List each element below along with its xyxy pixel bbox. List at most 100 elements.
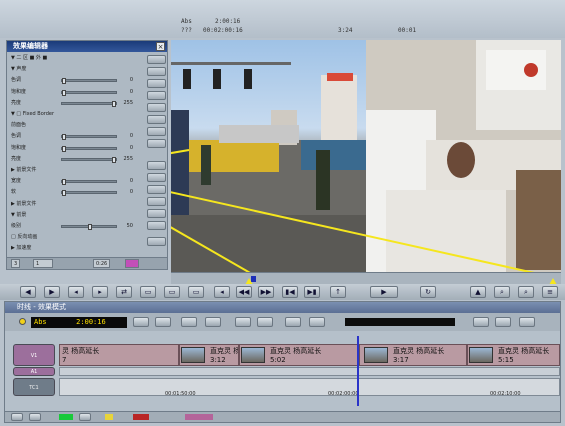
side-button[interactable] xyxy=(147,127,166,136)
slider-knob[interactable] xyxy=(62,145,66,152)
toolbar-button[interactable] xyxy=(181,317,197,327)
side-button[interactable] xyxy=(147,103,166,112)
lift-button[interactable]: ▭ xyxy=(164,286,180,298)
step-forward-button[interactable]: ▸ xyxy=(92,286,108,298)
effect-param-slider[interactable] xyxy=(61,145,117,152)
slider-knob[interactable] xyxy=(62,89,66,96)
side-button[interactable] xyxy=(147,115,166,124)
effect-param-value: 255 xyxy=(123,155,133,162)
track-tc1[interactable]: TC1 xyxy=(13,378,55,396)
effect-param-slider[interactable] xyxy=(61,190,117,197)
trim-button[interactable] xyxy=(257,317,273,327)
audio-meter xyxy=(345,318,455,326)
slider-knob[interactable] xyxy=(62,134,66,141)
effect-param-label: 级别 xyxy=(11,223,22,229)
side-button[interactable] xyxy=(147,237,166,246)
mark-in-button[interactable]: ◀ xyxy=(20,286,36,298)
toolbar-button[interactable] xyxy=(205,317,221,327)
loop-button[interactable]: ↻ xyxy=(420,286,436,298)
step-back-button[interactable]: ◂ xyxy=(68,286,84,298)
splice-button[interactable]: ⇄ xyxy=(116,286,132,298)
clip-label: 灵 杨高延长 xyxy=(62,347,100,355)
mark-clip-button[interactable]: ↑ xyxy=(330,286,346,298)
side-button[interactable] xyxy=(147,221,166,230)
footer-field[interactable]: 3 xyxy=(11,259,21,268)
effect-param-slider[interactable] xyxy=(61,179,117,186)
duration-readout: 3:24 xyxy=(338,27,353,34)
timeline-bottom-bar xyxy=(5,411,560,422)
effect-param-slider[interactable] xyxy=(61,224,117,230)
position-bar[interactable] xyxy=(171,272,561,285)
timeline-clip[interactable]: 直克灵 杨高延长 3:17 xyxy=(359,344,467,366)
play-effect-button[interactable] xyxy=(147,197,166,206)
side-button[interactable] xyxy=(147,185,166,194)
effect-param-slider[interactable] xyxy=(61,134,117,141)
audio-track-lane[interactable] xyxy=(59,367,560,376)
footer-field[interactable]: 1 xyxy=(33,259,53,268)
slider-knob[interactable] xyxy=(62,78,66,85)
zoom-out-button[interactable] xyxy=(147,173,166,182)
side-button[interactable] xyxy=(147,55,166,64)
toolbar-button[interactable] xyxy=(133,317,149,327)
toggle-button[interactable] xyxy=(285,317,301,327)
zoom-in-button[interactable] xyxy=(147,161,166,170)
effect-param-slider[interactable] xyxy=(61,89,117,96)
playhead-position-indicator[interactable] xyxy=(357,336,359,406)
toolbar-button[interactable] xyxy=(29,413,41,421)
effect-param-slider[interactable] xyxy=(61,100,117,107)
effect-param-slider[interactable] xyxy=(61,156,117,163)
step-button[interactable]: ▶▮ xyxy=(304,286,320,298)
source-label: ??? xyxy=(181,27,192,34)
side-button[interactable] xyxy=(147,67,166,76)
effect-param-label: ▼ 声度 xyxy=(11,66,27,73)
close-icon[interactable]: × xyxy=(156,42,165,51)
timeline-clip[interactable]: 直克灵 杨高延长 5:15 xyxy=(467,344,560,366)
zoom-icon[interactable]: ⌕ xyxy=(494,286,510,298)
overwrite-button[interactable]: ▭ xyxy=(140,286,156,298)
toolbar-button[interactable] xyxy=(473,317,489,327)
slider-knob[interactable] xyxy=(112,156,116,163)
trim-button[interactable] xyxy=(235,317,251,327)
fast-forward-button[interactable]: ▶▶ xyxy=(258,286,274,298)
menu-icon[interactable]: ≡ xyxy=(542,286,558,298)
clip-label: 直克灵 杨高延长 xyxy=(270,347,322,355)
slider-knob[interactable] xyxy=(88,224,92,230)
effect-param-label: 亮度 xyxy=(11,155,22,162)
abs-label: Abs xyxy=(181,18,192,25)
track-v1[interactable]: V1 xyxy=(13,344,55,366)
timeline-clip[interactable]: 直克灵 杨高延长 3:12 xyxy=(179,344,239,366)
toolbar-button[interactable] xyxy=(79,413,91,421)
side-button[interactable] xyxy=(147,91,166,100)
track-a1[interactable]: A1 xyxy=(13,367,55,376)
play-in-out-button[interactable]: ◂ xyxy=(214,286,230,298)
toolbar-button[interactable] xyxy=(495,317,511,327)
play-button[interactable]: ▶ xyxy=(370,286,398,298)
timeline-toolbar: Abs 2:00:16 xyxy=(5,313,560,331)
effect-param-label: 色调 xyxy=(11,133,22,140)
slider-knob[interactable] xyxy=(62,179,66,186)
timeline-clip[interactable]: 直克灵 杨高延长 5:02 xyxy=(239,344,359,366)
zoom-out-icon[interactable]: ⌕ xyxy=(518,286,534,298)
mark-out-button[interactable]: ▶ xyxy=(44,286,60,298)
slider-knob[interactable] xyxy=(62,190,66,197)
toolbar-button[interactable] xyxy=(11,413,23,421)
toolbar-button[interactable] xyxy=(519,317,535,327)
side-button[interactable] xyxy=(147,139,166,148)
effect-param-value: 50 xyxy=(126,223,133,229)
effect-param-slider[interactable] xyxy=(61,78,117,85)
toolbar-button[interactable] xyxy=(309,317,325,327)
extract-button[interactable]: ▭ xyxy=(188,286,204,298)
timeline-clip[interactable]: 灵 杨高延长 7 xyxy=(59,344,179,366)
effect-param-label: 色调 xyxy=(11,77,22,84)
effect-param-label: 宽度 xyxy=(11,178,22,185)
mark-in-triangle[interactable]: ▲ xyxy=(470,286,486,298)
slider-knob[interactable] xyxy=(112,100,116,107)
transport-toolbar: ◀ ▶ ◂ ▸ ⇄ ▭ ▭ ▭ ◂ ◀◀ ▶▶ ▮◀ ▶▮ ↑ ▶ ↻ ▲ ⌕ … xyxy=(0,284,565,300)
footer-color-button[interactable] xyxy=(125,259,139,268)
side-button[interactable] xyxy=(147,79,166,88)
effect-param-label: 饱和度 xyxy=(11,88,27,95)
step-button[interactable]: ▮◀ xyxy=(282,286,298,298)
side-button[interactable] xyxy=(147,209,166,218)
rewind-button[interactable]: ◀◀ xyxy=(236,286,252,298)
toolbar-button[interactable] xyxy=(155,317,171,327)
